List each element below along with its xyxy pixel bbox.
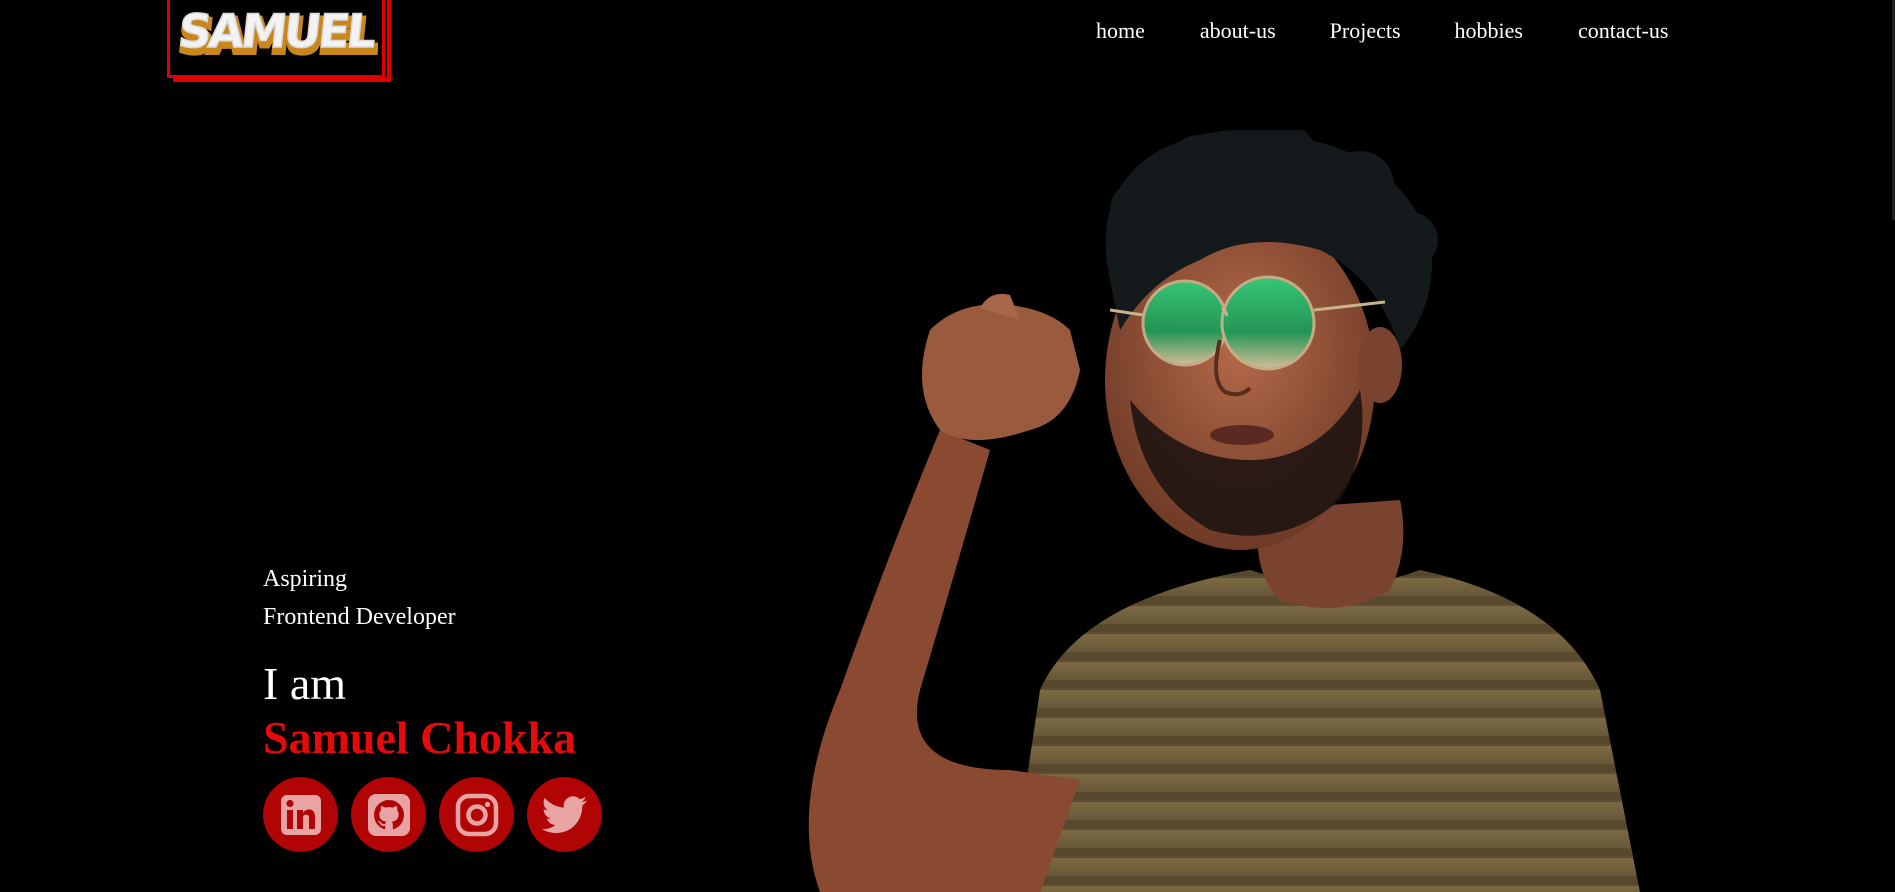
main-nav: home about-us Projects hobbies contact-u… bbox=[1096, 18, 1668, 44]
linkedin-icon bbox=[280, 794, 321, 835]
svg-text:SAMUEL: SAMUEL bbox=[178, 4, 378, 58]
nav-home[interactable]: home bbox=[1096, 18, 1145, 44]
instagram-icon bbox=[455, 793, 498, 836]
profile-photo bbox=[808, 130, 1640, 892]
logo[interactable]: SAMUEL SAMUEL bbox=[167, 0, 391, 82]
linkedin-link[interactable] bbox=[263, 777, 338, 852]
nav-projects[interactable]: Projects bbox=[1330, 18, 1401, 44]
tagline-line-1: Aspiring bbox=[263, 566, 347, 592]
nav-hobbies[interactable]: hobbies bbox=[1455, 18, 1523, 44]
samuel-logo-image: SAMUEL SAMUEL bbox=[178, 3, 378, 66]
page: SAMUEL SAMUEL home about-us Projects hob… bbox=[0, 0, 1895, 892]
github-icon bbox=[367, 793, 410, 836]
twitter-link[interactable] bbox=[527, 777, 602, 852]
hero-name: Samuel Chokka bbox=[263, 712, 577, 763]
twitter-icon bbox=[541, 795, 587, 833]
nav-about-us[interactable]: about-us bbox=[1200, 18, 1276, 44]
nav-contact-us[interactable]: contact-us bbox=[1578, 18, 1668, 44]
hero-section: Aspiring Frontend Developer I am Samuel … bbox=[263, 560, 602, 852]
intro-text: I am bbox=[263, 658, 347, 709]
tagline-line-2: Frontend Developer bbox=[263, 604, 456, 630]
instagram-link[interactable] bbox=[439, 777, 514, 852]
social-links bbox=[263, 777, 602, 852]
github-link[interactable] bbox=[351, 777, 426, 852]
